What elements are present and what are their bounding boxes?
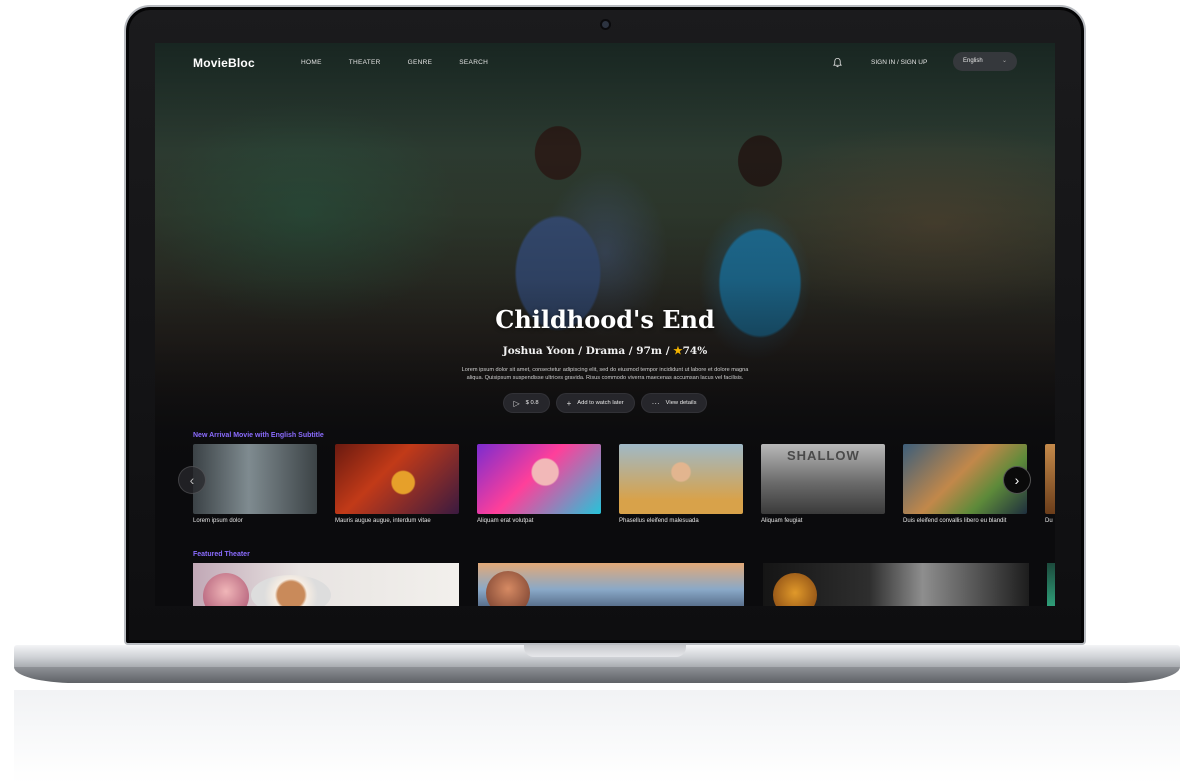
movie-poster xyxy=(193,444,317,514)
hero-director: Joshua Yoon xyxy=(502,345,575,357)
play-price: $ 0.8 xyxy=(525,400,539,406)
sign-in-link[interactable]: SIGN IN / SIGN UP xyxy=(871,59,927,66)
poster-text: SHALLOW xyxy=(787,448,860,463)
movie-card[interactable]: Phasellus eleifend malesuada xyxy=(619,444,743,524)
camera-icon xyxy=(602,21,609,28)
theater-avatar xyxy=(203,573,249,606)
nav-item-theater[interactable]: THEATER xyxy=(349,59,381,66)
movie-card[interactable]: Lorem ipsum dolor xyxy=(193,444,317,524)
new-arrivals-carousel: Lorem ipsum dolor Mauris augue augue, in… xyxy=(193,444,1055,534)
top-nav: MovieBloc HOME THEATER GENRE SEARCH SIGN… xyxy=(155,43,1055,81)
movie-title: Lorem ipsum dolor xyxy=(193,518,243,524)
theater-card[interactable] xyxy=(193,563,459,606)
hero-actions: ▷ $ 0.8 + Add to watch later ··· View de… xyxy=(155,393,1055,413)
hero-meta: Joshua Yoon / Drama / 97m / ★74% xyxy=(502,345,708,357)
movie-poster xyxy=(335,444,459,514)
movie-title: Aliquam feugiat xyxy=(761,518,803,524)
laptop-reflection xyxy=(14,690,1180,783)
nav-item-search[interactable]: SEARCH xyxy=(459,59,488,66)
movie-poster: SHALLOW xyxy=(761,444,885,514)
featured-theater-heading: Featured Theater xyxy=(193,551,250,558)
theater-avatar xyxy=(773,573,817,606)
logo[interactable]: MovieBloc xyxy=(193,56,255,70)
laptop-notch xyxy=(524,645,686,657)
play-icon: ▷ xyxy=(513,398,520,408)
movie-poster xyxy=(1045,444,1055,514)
carousel-prev-button[interactable]: ‹ xyxy=(178,466,206,494)
bell-icon[interactable] xyxy=(832,57,843,68)
play-button[interactable]: ▷ $ 0.8 xyxy=(502,393,550,413)
language-select[interactable]: English ⌄ xyxy=(953,52,1017,71)
hero-genre: Drama xyxy=(585,345,626,357)
chevron-down-icon: ⌄ xyxy=(1001,58,1007,64)
theater-avatar xyxy=(486,571,530,606)
theater-card[interactable] xyxy=(478,563,744,606)
movie-title: Duis eleifend convallis libero eu blandi… xyxy=(903,518,1007,524)
new-arrivals-heading: New Arrival Movie with English Subtitle xyxy=(193,432,324,439)
plus-icon: + xyxy=(566,398,572,408)
movie-poster xyxy=(619,444,743,514)
hero-rating: 74% xyxy=(682,345,708,357)
hero-title: Childhood's End xyxy=(495,305,715,334)
screen: MovieBloc HOME THEATER GENRE SEARCH SIGN… xyxy=(155,43,1055,606)
language-value: English xyxy=(963,58,983,64)
movie-title: Du xyxy=(1045,518,1053,524)
hero-runtime: 97m xyxy=(636,345,663,357)
add-to-watch-later-button[interactable]: + Add to watch later xyxy=(555,393,635,413)
movie-title: Aliquam erat volutpat xyxy=(477,518,534,524)
featured-theater-carousel xyxy=(193,563,1055,606)
carousel-next-button[interactable]: › xyxy=(1003,466,1031,494)
chevron-right-icon: › xyxy=(1014,472,1020,488)
hero-description: Lorem ipsum dolor sit amet, consectetur … xyxy=(461,367,749,381)
theater-image xyxy=(251,575,331,606)
chevron-left-icon: ‹ xyxy=(189,472,195,488)
theater-card[interactable] xyxy=(1047,563,1055,606)
nav-item-genre[interactable]: GENRE xyxy=(408,59,433,66)
star-icon: ★ xyxy=(673,345,683,357)
nav-item-home[interactable]: HOME xyxy=(301,59,322,66)
view-details-button[interactable]: ··· View details xyxy=(640,393,708,413)
more-icon: ··· xyxy=(651,398,660,408)
main-menu: HOME THEATER GENRE SEARCH xyxy=(301,59,488,66)
movie-poster xyxy=(477,444,601,514)
laptop-base-edge xyxy=(14,667,1180,683)
movie-card[interactable]: Du xyxy=(1045,444,1055,524)
movie-card[interactable]: Aliquam erat volutpat xyxy=(477,444,601,524)
movie-title: Mauris augue augue, interdum vitae xyxy=(335,518,431,524)
movie-card[interactable]: SHALLOW Aliquam feugiat xyxy=(761,444,885,524)
movie-card[interactable]: Mauris augue augue, interdum vitae xyxy=(335,444,459,524)
movie-title: Phasellus eleifend malesuada xyxy=(619,518,699,524)
theater-card[interactable] xyxy=(763,563,1029,606)
